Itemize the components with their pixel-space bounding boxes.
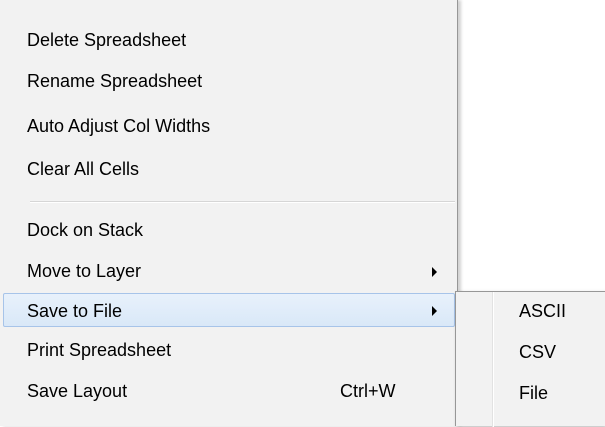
submenu-arrow-icon bbox=[432, 267, 437, 277]
submenu-item-label: ASCII bbox=[519, 301, 567, 321]
submenu-item-csv[interactable]: CSV bbox=[458, 335, 604, 369]
menu-item-label: Dock on Stack bbox=[27, 220, 144, 240]
menu-item-label: Clear All Cells bbox=[27, 159, 140, 179]
menu-item-label: Save to File bbox=[27, 301, 123, 321]
menu-separator bbox=[30, 201, 455, 203]
save-to-file-submenu: ASCII CSV File bbox=[455, 291, 605, 427]
context-menu: Delete Spreadsheet Rename Spreadsheet Au… bbox=[0, 0, 458, 426]
menu-item-print-spreadsheet[interactable]: Print Spreadsheet bbox=[3, 333, 455, 367]
menu-item-shortcut: Ctrl+W bbox=[340, 381, 396, 401]
menu-item-label: Rename Spreadsheet bbox=[27, 71, 203, 91]
menu-item-label: Move to Layer bbox=[27, 261, 142, 281]
menu-item-move-to-layer[interactable]: Move to Layer bbox=[3, 254, 455, 288]
menu-item-clear-all-cells[interactable]: Clear All Cells bbox=[3, 152, 455, 186]
submenu-item-file[interactable]: File bbox=[458, 376, 604, 410]
submenu-item-ascii[interactable]: ASCII bbox=[458, 294, 604, 328]
menu-item-rename-spreadsheet[interactable]: Rename Spreadsheet bbox=[3, 64, 455, 98]
menu-item-label: Save Layout bbox=[27, 381, 128, 401]
submenu-item-label: File bbox=[519, 383, 549, 403]
submenu-arrow-icon bbox=[432, 306, 437, 316]
menu-item-delete-spreadsheet[interactable]: Delete Spreadsheet bbox=[3, 23, 455, 57]
menu-item-label: Delete Spreadsheet bbox=[27, 30, 187, 50]
menu-item-label: Auto Adjust Col Widths bbox=[27, 116, 211, 136]
menu-item-save-to-file[interactable]: Save to File bbox=[3, 293, 455, 327]
menu-item-label: Print Spreadsheet bbox=[27, 340, 172, 360]
menu-item-auto-adjust-col-widths[interactable]: Auto Adjust Col Widths bbox=[3, 109, 455, 143]
submenu-item-label: CSV bbox=[519, 342, 557, 362]
menu-item-dock-on-stack[interactable]: Dock on Stack bbox=[3, 213, 455, 247]
menu-item-save-layout[interactable]: Save Layout Ctrl+W bbox=[3, 374, 455, 408]
